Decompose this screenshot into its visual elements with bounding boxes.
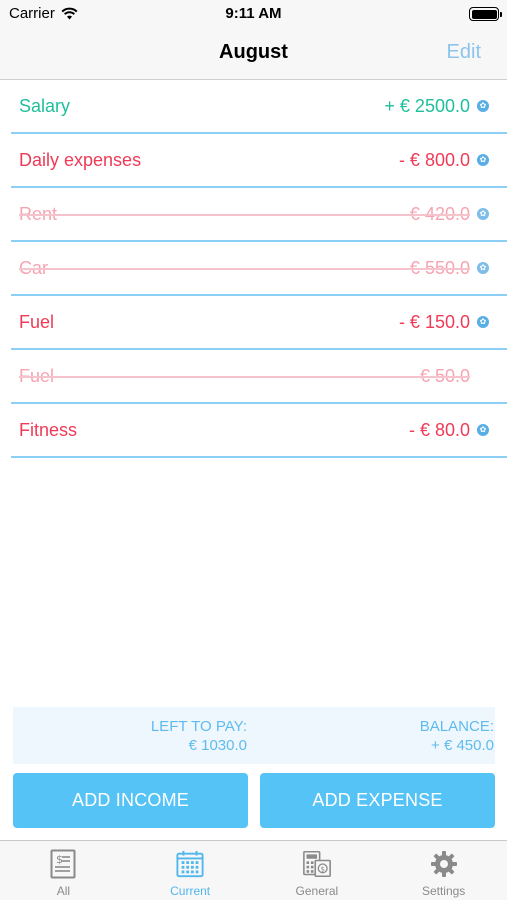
list-item[interactable]: Car - € 550.0 ✿ [11, 242, 507, 296]
document-dollar-icon: $ [49, 849, 77, 879]
strikethrough-line [19, 376, 470, 378]
svg-text:$: $ [56, 853, 63, 866]
transactions-list: Salary + € 2500.0 ✿ Daily expenses - € 800.0… [11, 80, 507, 458]
tab-general[interactable]: $ General [254, 841, 381, 900]
status-time: 9:11 AM [225, 5, 282, 22]
gear-icon [430, 849, 458, 879]
tab-general-label: General [295, 884, 339, 898]
balance: BALANCE: + € 450.0 [420, 717, 494, 755]
item-amount: - € 800.0 [398, 149, 470, 170]
left-to-pay-label: LEFT TO PAY: [150, 718, 247, 735]
tab-current[interactable]: Current [127, 841, 254, 900]
balance-label: BALANCE: [419, 718, 494, 735]
item-name: Fuel [19, 311, 55, 332]
list-item[interactable]: Fitness - € 80.0 ✿ [11, 404, 507, 458]
info-icon[interactable]: ✿ [477, 208, 489, 220]
strikethrough-line [19, 214, 470, 216]
tab-all-label: All [56, 884, 71, 898]
calendar-icon [176, 849, 204, 879]
list-item[interactable]: Rent - € 420.0 ✿ [11, 188, 507, 242]
info-icon[interactable]: ✿ [477, 154, 489, 166]
item-amount: + € 2500.0 [384, 95, 470, 116]
tab-all[interactable]: $ All [0, 841, 127, 900]
left-to-pay-value: € 1030.0 [188, 737, 247, 754]
info-icon[interactable]: ✿ [477, 316, 489, 328]
tab-settings[interactable]: Settings [380, 841, 507, 900]
left-to-pay: LEFT TO PAY: € 1030.0 [151, 717, 247, 755]
calculator-money-icon: $ [302, 849, 331, 879]
item-name: Salary [19, 95, 71, 116]
summary-panel: LEFT TO PAY: € 1030.0 BALANCE: + € 450.0 [13, 707, 495, 764]
list-item[interactable]: Fuel - € 150.0 ✿ [11, 296, 507, 350]
tab-settings-label: Settings [421, 884, 466, 898]
item-amount: - € 150.0 [398, 311, 470, 332]
item-amount: - € 80.0 [408, 419, 470, 440]
item-name: Daily expenses [19, 149, 142, 170]
item-name: Fitness [19, 419, 78, 440]
tab-current-label: Current [170, 884, 211, 898]
info-icon[interactable]: ✿ [477, 100, 489, 112]
edit-button[interactable]: Edit [447, 41, 481, 64]
info-icon[interactable]: ✿ [477, 262, 489, 274]
add-expense-button[interactable]: ADD EXPENSE [260, 773, 495, 828]
svg-text:$: $ [320, 865, 324, 873]
battery-icon [469, 7, 502, 21]
tab-bar: $ All Current $ General Settings [0, 840, 507, 900]
page-title: August [219, 41, 288, 63]
status-bar: Carrier 9:11 AM [0, 0, 507, 28]
list-item[interactable]: Fuel - € 50.0 [11, 350, 507, 404]
list-item[interactable]: Salary + € 2500.0 ✿ [11, 80, 507, 134]
info-icon[interactable]: ✿ [477, 424, 489, 436]
navigation-bar: August Edit [0, 28, 507, 80]
strikethrough-line [19, 268, 470, 270]
balance-value: + € 450.0 [431, 737, 494, 754]
list-item[interactable]: Daily expenses - € 800.0 ✿ [11, 134, 507, 188]
add-income-button[interactable]: ADD INCOME [13, 773, 248, 828]
